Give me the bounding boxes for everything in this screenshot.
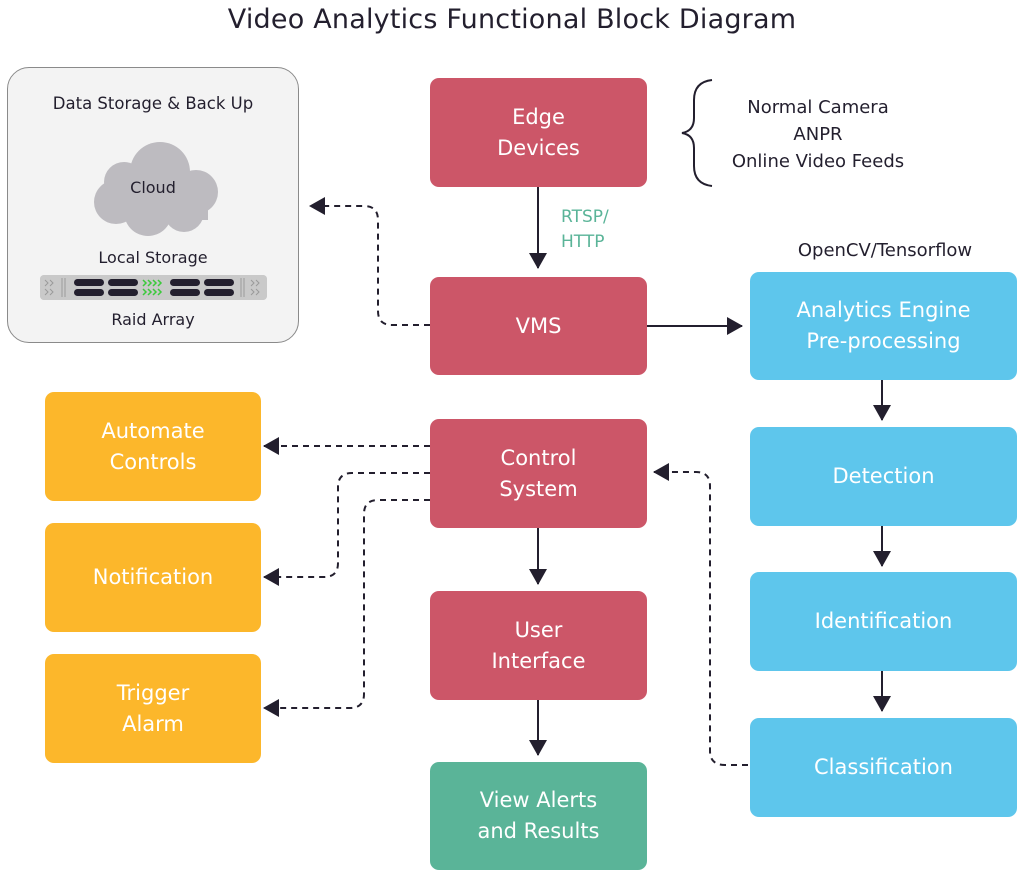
block-identification-label: Identification [814, 609, 953, 633]
edge-sources-list: Normal Camera ANPR Online Video Feeds [700, 94, 936, 175]
block-trigger-alarm-line-2: Alarm [122, 711, 184, 736]
block-control-system-line-1: Control [500, 445, 577, 470]
storage-panel: Data Storage & Back Up Cloud Local Stora… [7, 67, 299, 343]
block-identification[interactable]: Identification [750, 572, 1017, 671]
block-control-system[interactable]: Control System [430, 419, 647, 528]
block-vms[interactable]: VMS [430, 277, 647, 375]
dashed-control-to-trigger [263, 499, 430, 717]
block-detection-label: Detection [832, 464, 935, 488]
storage-title: Data Storage & Back Up [52, 94, 254, 113]
block-classification[interactable]: Classification [750, 718, 1017, 817]
block-analytics-engine-line-1: Analytics Engine [796, 298, 971, 322]
dashed-classification-to-control [653, 463, 748, 766]
cloud-label: Cloud [130, 178, 176, 197]
block-automate-controls-line-1: Automate [101, 418, 205, 443]
block-detection[interactable]: Detection [750, 427, 1017, 526]
block-notification-label: Notification [92, 565, 214, 589]
block-automate-controls-line-2: Controls [109, 449, 197, 474]
block-analytics-engine[interactable]: Analytics Engine Pre-processing [750, 272, 1017, 380]
edge-source-item: ANPR [793, 124, 843, 145]
block-classification-label: Classification [814, 755, 953, 779]
block-edge-devices-line-2: Devices [497, 135, 580, 160]
edge-source-item: Normal Camera [747, 97, 889, 118]
server-rack-icon [40, 275, 267, 300]
dashed-control-to-notification [263, 472, 430, 586]
diagram-title: Video Analytics Functional Block Diagram [227, 4, 797, 35]
block-view-alerts[interactable]: View Alerts and Results [430, 762, 647, 870]
local-storage-label: Local Storage [98, 248, 208, 267]
protocol-line-2: HTTP [561, 232, 605, 252]
protocol-line-1: RTSP/ [561, 207, 609, 227]
block-edge-devices[interactable]: Edge Devices [430, 78, 647, 187]
block-edge-devices-line-1: Edge [512, 104, 565, 129]
protocol-label: RTSP/ HTTP [561, 205, 609, 255]
block-vms-label: VMS [515, 313, 562, 338]
block-analytics-engine-line-2: Pre-processing [806, 329, 961, 353]
block-control-system-line-2: System [499, 476, 578, 501]
edge-source-item: Online Video Feeds [731, 151, 905, 172]
block-view-alerts-line-2: and Results [477, 819, 600, 843]
raid-array-label: Raid Array [111, 310, 195, 329]
block-user-interface-line-1: User [514, 617, 563, 642]
block-user-interface[interactable]: User Interface [430, 591, 647, 700]
block-notification[interactable]: Notification [45, 523, 261, 632]
block-user-interface-line-2: Interface [491, 648, 586, 673]
block-trigger-alarm-line-1: Trigger [116, 680, 190, 705]
block-trigger-alarm[interactable]: Trigger Alarm [45, 654, 261, 763]
engine-library-label: OpenCV/Tensorflow [797, 240, 973, 261]
block-automate-controls[interactable]: Automate Controls [45, 392, 261, 501]
block-view-alerts-line-1: View Alerts [479, 788, 598, 812]
dashed-vms-to-storage [309, 197, 430, 326]
